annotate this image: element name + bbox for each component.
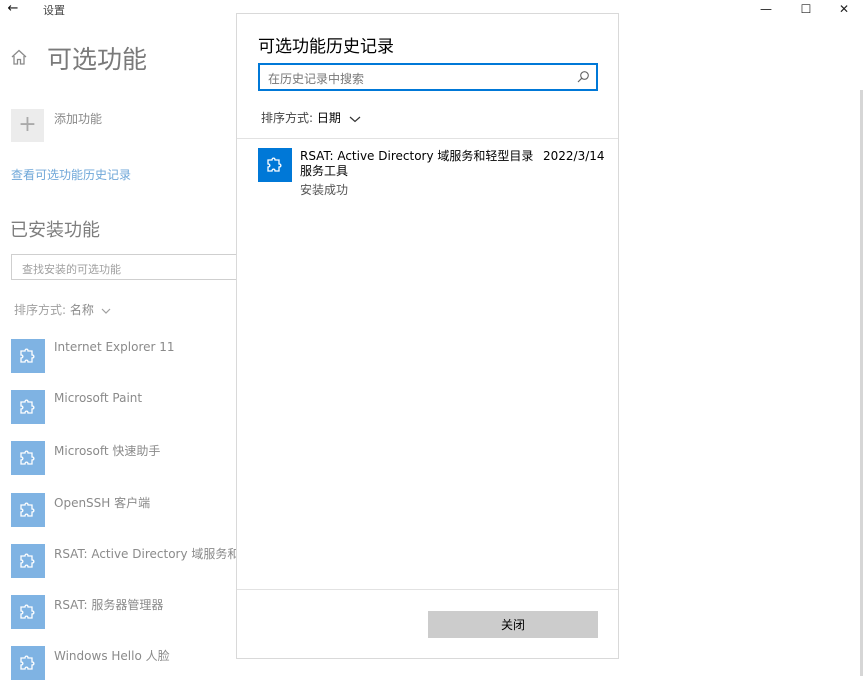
- puzzle-icon: [20, 450, 35, 466]
- installed-feature-item[interactable]: RSAT: 服务器管理器: [11, 595, 241, 631]
- feature-icon: [11, 595, 45, 629]
- history-sort-label: 排序方式:: [261, 111, 314, 125]
- divider: [237, 589, 618, 590]
- feature-icon: [11, 492, 45, 527]
- dialog-title: 可选功能历史记录: [258, 37, 394, 57]
- back-arrow-icon: ←: [7, 1, 19, 16]
- close-window-button[interactable]: ✕: [821, 0, 865, 20]
- history-item-name: RSAT: Active Directory 域服务和轻型目录服务工具: [300, 149, 534, 178]
- feature-label: RSAT: 服务器管理器: [54, 598, 164, 612]
- chevron-down-icon: [349, 116, 361, 122]
- app-title: 设置: [43, 4, 65, 17]
- history-search-placeholder: 在历史记录中搜索: [268, 72, 365, 86]
- view-history-link[interactable]: 查看可选功能历史记录: [11, 166, 131, 183]
- sort-value: 名称: [69, 303, 94, 317]
- back-button[interactable]: ←: [0, 0, 26, 20]
- puzzle-icon: [20, 604, 35, 619]
- history-item-date: 2022/3/14: [543, 149, 605, 163]
- installed-features-heading: 已安装功能: [10, 220, 100, 241]
- history-search-input[interactable]: 在历史记录中搜索: [258, 63, 598, 91]
- history-sort-value: 日期: [316, 111, 341, 125]
- home-icon[interactable]: [10, 48, 28, 66]
- sort-label: 排序方式:: [14, 303, 67, 317]
- feature-label: Windows Hello 人脸: [54, 649, 170, 664]
- installed-feature-item[interactable]: Microsoft 快速助手: [11, 441, 241, 477]
- feature-icon: [11, 339, 45, 373]
- history-item-status: 安装成功: [300, 183, 349, 197]
- installed-sort-dropdown[interactable]: 排序方式: 名称: [14, 301, 111, 318]
- puzzle-icon: [20, 348, 35, 363]
- plus-icon: +: [18, 112, 37, 137]
- installed-search-input[interactable]: 查找安装的可选功能: [11, 254, 251, 280]
- installed-feature-item[interactable]: Microsoft Paint: [11, 390, 241, 426]
- close-icon: ✕: [838, 2, 850, 16]
- feature-label: Microsoft 快速助手: [54, 444, 161, 459]
- installed-feature-item[interactable]: RSAT: Active Directory 域服务和轻型目录服务工具: [11, 543, 241, 580]
- feature-label: RSAT: Active Directory 域服务和轻型目录服务工具: [54, 546, 241, 561]
- minimize-icon: —: [760, 2, 772, 16]
- search-icon: [577, 71, 589, 83]
- feature-icon: [11, 543, 45, 578]
- feature-icon: [11, 441, 45, 476]
- close-button[interactable]: 关闭: [428, 611, 598, 638]
- maximize-icon: ☐: [800, 2, 812, 16]
- feature-label: OpenSSH 客户端: [54, 495, 151, 510]
- feature-icon: [11, 646, 45, 681]
- feature-icon: [11, 390, 45, 425]
- puzzle-icon: [20, 502, 35, 517]
- installed-search-placeholder: 查找安装的可选功能: [22, 263, 121, 276]
- installed-feature-item[interactable]: OpenSSH 客户端: [11, 492, 241, 529]
- feature-label: Microsoft Paint: [54, 391, 143, 406]
- add-feature-label[interactable]: 添加功能: [54, 110, 102, 127]
- puzzle-icon: [20, 655, 35, 670]
- page-title: 可选功能: [47, 45, 148, 74]
- chevron-down-icon: [101, 308, 111, 314]
- divider: [237, 138, 618, 139]
- scrollbar[interactable]: [860, 90, 863, 676]
- puzzle-icon: [20, 399, 35, 414]
- puzzle-icon: [20, 553, 35, 568]
- history-item-icon: [258, 148, 292, 182]
- history-sort-dropdown[interactable]: 排序方式: 日期: [261, 109, 361, 126]
- feature-label: Internet Explorer 11: [54, 340, 175, 354]
- add-feature-button[interactable]: +: [11, 109, 44, 142]
- puzzle-icon: [267, 157, 282, 172]
- installed-feature-item[interactable]: Internet Explorer 11: [11, 339, 241, 375]
